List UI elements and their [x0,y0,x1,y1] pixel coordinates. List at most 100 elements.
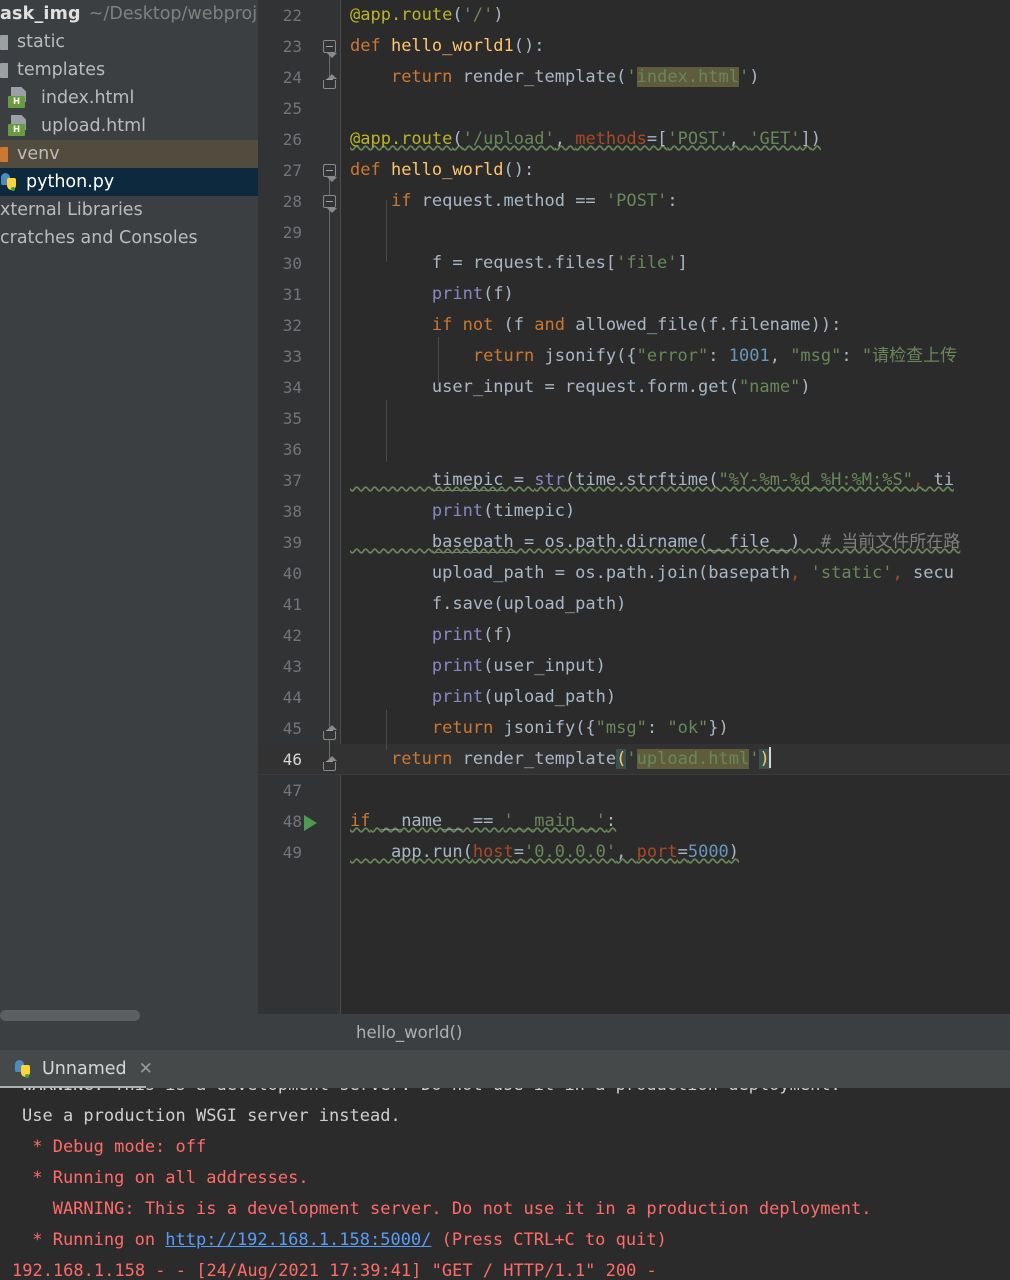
code-line-33[interactable]: return jsonify({"error": 1001, "msg": "请… [350,341,957,372]
line-number: 26 [258,124,302,155]
code-line-29[interactable] [350,217,360,248]
html-badge: H [8,96,25,108]
code-line-22[interactable]: @app.route('/') [350,0,504,31]
line-number: 27 [258,155,302,186]
tree-item-label: xternal Libraries [0,200,143,220]
code-line-48[interactable]: if __name__ == '__main__': [350,806,616,837]
project-path: ~/Desktop/webproje [89,4,258,24]
code-line-35[interactable] [350,403,360,434]
code-line-28[interactable]: if request.method == 'POST': [350,186,678,217]
close-icon[interactable]: ✕ [139,1061,153,1078]
fold-region-line [329,207,330,737]
run-tool-window[interactable]: Unnamed ✕ WARNING: This is a development… [0,1050,1010,1280]
python-file-icon [0,172,20,192]
run-tab-bar[interactable]: Unnamed ✕ [0,1050,1010,1088]
console-line-with-link: * Running on http://192.168.1.158:5000/ … [22,1225,667,1256]
tree-item-label: python.py [26,172,114,192]
line-number: 31 [258,279,302,310]
console-line-prefix: * Running on [22,1230,165,1250]
fold-marker-collapse[interactable] [323,40,336,53]
code-line-30[interactable]: f = request.files['file'] [350,248,688,279]
console-line: * Running on all addresses. [22,1163,309,1194]
code-line-24[interactable]: return render_template('index.html') [350,62,759,93]
line-number: 39 [258,527,302,558]
code-line-38[interactable]: print(timepic) [350,496,575,527]
html-file-icon: H [8,87,34,109]
project-root-row[interactable]: ask_img ~/Desktop/webproje [0,0,258,28]
fold-marker-collapse[interactable] [323,164,336,177]
code-line-43[interactable]: print(user_input) [350,651,606,682]
project-name: ask_img [0,4,81,24]
run-gutter-icon[interactable] [304,815,317,831]
fold-marker-end[interactable] [323,80,336,89]
code-line-46[interactable]: return render_template('upload.html') [350,744,771,775]
fold-marker-end[interactable] [323,731,336,740]
fold-marker-collapse[interactable] [323,195,336,208]
line-number: 42 [258,620,302,651]
breadcrumb-item[interactable]: hello_world() [356,1023,462,1042]
code-line-25[interactable] [350,93,360,124]
code-line-23[interactable]: def hello_world1(): [350,31,545,62]
run-tab-label: Unnamed [42,1059,127,1079]
code-line-34[interactable]: user_input = request.form.get("name") [350,372,811,403]
tree-item-label: cratches and Consoles [0,228,198,248]
line-number: 23 [258,31,302,62]
project-tree-panel[interactable]: ask_img ~/Desktop/webproje static templa… [0,0,258,1026]
code-line-39[interactable]: basepath = os.path.dirname(__file__) # 当… [350,527,960,558]
html-file-icon: H [8,115,34,137]
tree-item-label: templates [17,60,105,80]
code-line-44[interactable]: print(upload_path) [350,682,616,713]
tree-item-label: upload.html [41,116,146,136]
tree-item-templates[interactable]: templates [0,56,258,84]
fold-gutter[interactable] [314,0,340,1014]
tree-item-venv[interactable]: venv [0,140,258,168]
code-line-27[interactable]: def hello_world(): [350,155,534,186]
line-number: 41 [258,589,302,620]
tree-item-label: venv [17,144,60,164]
line-number: 40 [258,558,302,589]
line-number: 29 [258,217,302,248]
code-line-42[interactable]: print(f) [350,620,514,651]
tree-item-static[interactable]: static [0,28,258,56]
console-line: 192.168.1.158 - - [24/Aug/2021 17:39:41]… [12,1256,657,1280]
run-tab-unnamed[interactable]: Unnamed ✕ [8,1050,159,1088]
line-number-current: 46 [258,744,302,775]
code-line-45[interactable]: return jsonify({"msg": "ok"}) [350,713,729,744]
code-line-47[interactable] [350,775,360,806]
tree-item-python-py[interactable]: python.py [0,168,258,196]
line-number: 44 [258,682,302,713]
text-caret [769,747,771,768]
tree-item-upload-html[interactable]: H upload.html [0,112,258,140]
code-line-37[interactable]: timepic = str(time.strftime("%Y-%m-%d_%H… [350,465,954,496]
tree-item-index-html[interactable]: H index.html [0,84,258,112]
console-output[interactable]: WARNING: This is a development server. D… [0,1088,1010,1280]
scrollbar-thumb[interactable] [0,1010,140,1021]
tree-item-label: index.html [41,88,134,108]
code-line-41[interactable]: f.save(upload_path) [350,589,626,620]
code-line-31[interactable]: print(f) [350,279,514,310]
code-lines[interactable]: @app.route('/') def hello_world1(): retu… [341,0,1010,1014]
fold-marker-end[interactable] [323,762,336,771]
code-line-40[interactable]: upload_path = os.path.join(basepath, 'st… [350,558,954,589]
folder-icon [0,62,10,79]
line-number: 48 [258,806,302,837]
code-line-32[interactable]: if not (f and allowed_file(f.filename)): [350,310,841,341]
tree-item-external-libraries[interactable]: xternal Libraries [0,196,258,224]
folder-icon [0,34,10,51]
code-editor[interactable]: 22 23 24 25 26 27 28 29 30 31 32 33 34 3… [258,0,1010,1014]
console-url-link[interactable]: http://192.168.1.158:5000/ [165,1230,431,1250]
code-line-49[interactable]: app.run(host='0.0.0.0', port=5000) [350,837,739,868]
code-line-26[interactable]: @app.route('/upload', methods=['POST', '… [350,124,821,155]
tree-item-label: static [17,32,65,52]
line-number: 47 [258,775,302,806]
code-line-36[interactable] [350,434,360,465]
line-number: 32 [258,310,302,341]
line-number: 24 [258,62,302,93]
line-number: 38 [258,496,302,527]
tree-item-scratches-and-consoles[interactable]: cratches and Consoles [0,224,258,252]
html-badge: H [8,124,25,136]
line-number: 36 [258,434,302,465]
line-number: 45 [258,713,302,744]
sidebar-horizontal-scrollbar[interactable] [0,1004,258,1026]
breadcrumb[interactable]: hello_world() [258,1014,1010,1050]
